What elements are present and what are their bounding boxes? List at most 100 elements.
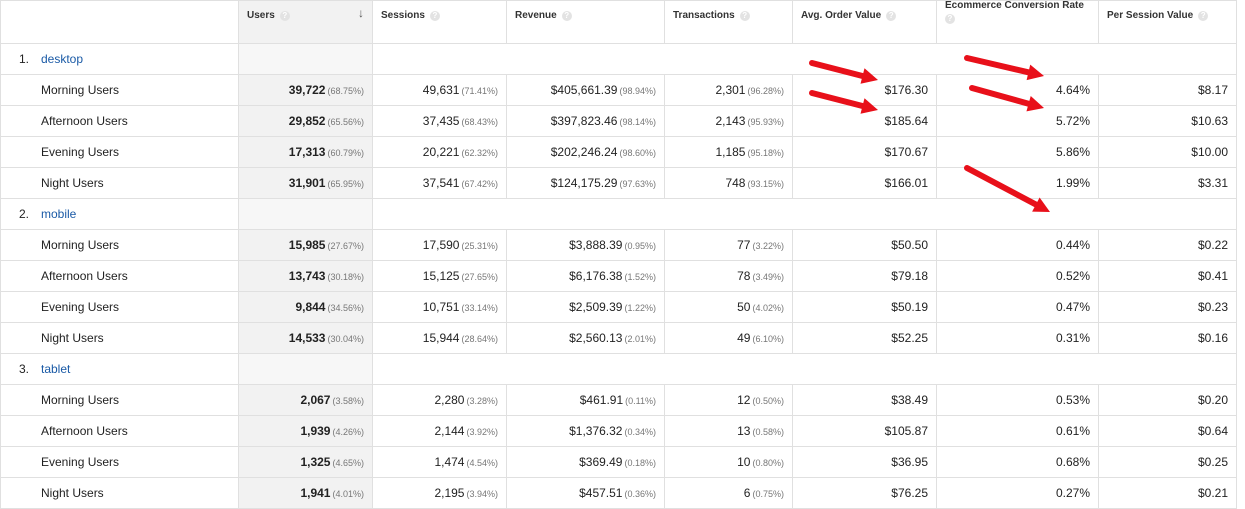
transactions-cell-percent: (3.49%) xyxy=(752,272,784,282)
revenue-cell-percent: (1.22%) xyxy=(624,303,656,313)
transactions-cell-percent: (6.10%) xyxy=(752,334,784,344)
transactions-cell-value: 2,301 xyxy=(715,83,746,97)
table-row: Afternoon Users 13,743 (30.18%) 15,125 (27.6… xyxy=(0,260,1237,292)
sessions-cell-percent: (3.94%) xyxy=(466,489,498,499)
avg-order-value-cell: $50.19 xyxy=(792,291,937,323)
group-users-cell xyxy=(238,43,373,75)
users-cell: 15,985 (27.67%) xyxy=(238,229,373,261)
help-icon[interactable]: ? xyxy=(429,11,440,21)
conversion-rate-cell-value: 0.52% xyxy=(1055,269,1090,283)
transactions-cell-value: 78 xyxy=(737,269,751,283)
row-label: Night Users xyxy=(0,167,239,199)
sessions-cell-percent: (4.54%) xyxy=(466,458,498,468)
users-cell-value: 1,325 xyxy=(300,455,331,469)
sessions-cell: 37,541 (67.42%) xyxy=(372,167,507,199)
help-icon[interactable]: ? xyxy=(561,11,572,21)
table-row: Evening Users 9,844 (34.56%) 10,751 (33.14%)… xyxy=(0,291,1237,323)
per-session-value-cell: $0.20 xyxy=(1098,384,1237,416)
users-cell-percent: (4.65%) xyxy=(332,458,364,468)
transactions-cell-value: 49 xyxy=(737,331,751,345)
avg-order-value-cell: $36.95 xyxy=(792,446,937,478)
revenue-cell: $369.49 (0.18%) xyxy=(506,446,665,478)
transactions-cell: 2,143 (95.93%) xyxy=(664,105,793,137)
users-cell-percent: (30.18%) xyxy=(327,272,364,282)
per-session-value-cell-value: $0.16 xyxy=(1197,331,1228,345)
avg-order-value-cell: $176.30 xyxy=(792,74,937,106)
transactions-cell-percent: (93.15%) xyxy=(747,179,784,189)
help-icon[interactable]: ? xyxy=(886,11,897,21)
group-index: 1. xyxy=(19,52,30,66)
avg-order-value-cell-value: $170.67 xyxy=(884,145,928,159)
transactions-cell: 1,185 (95.18%) xyxy=(664,136,793,168)
transactions-cell-value: 12 xyxy=(737,393,751,407)
transactions-cell-percent: (0.75%) xyxy=(752,489,784,499)
group-empty-cell xyxy=(372,353,1237,385)
sessions-cell-value: 37,435 xyxy=(422,114,460,128)
revenue-header[interactable]: Revenue? xyxy=(506,0,665,44)
avg-order-value-cell-value: $105.87 xyxy=(884,424,928,438)
per-session-value-cell-value: $0.25 xyxy=(1197,455,1228,469)
per-session-value-header[interactable]: Per Session Value? xyxy=(1098,0,1237,44)
revenue-cell-percent: (98.94%) xyxy=(619,86,656,96)
help-icon[interactable]: ? xyxy=(1198,11,1209,21)
down-arrow-icon[interactable]: ↓ xyxy=(358,6,364,20)
avg-order-value-header[interactable]: Avg. Order Value? xyxy=(792,0,937,44)
transactions-cell: 77 (3.22%) xyxy=(664,229,793,261)
per-session-value-cell-value: $8.17 xyxy=(1197,83,1228,97)
users-cell-percent: (65.95%) xyxy=(327,179,364,189)
per-session-value-cell: $3.31 xyxy=(1098,167,1237,199)
transactions-cell: 2,301 (96.28%) xyxy=(664,74,793,106)
users-cell-percent: (68.75%) xyxy=(327,86,364,96)
sessions-cell-value: 1,474 xyxy=(434,455,465,469)
per-session-value-cell-value: $10.63 xyxy=(1191,114,1228,128)
revenue-cell-percent: (97.63%) xyxy=(619,179,656,189)
conversion-rate-cell: 5.72% xyxy=(936,105,1099,137)
row-label: Night Users xyxy=(0,322,239,354)
conversion-rate-cell-value: 1.99% xyxy=(1055,176,1090,190)
revenue-cell-percent: (0.36%) xyxy=(624,489,656,499)
transactions-header[interactable]: Transactions? xyxy=(664,0,793,44)
revenue-cell-value: $2,560.13 xyxy=(569,331,623,345)
transactions-cell-percent: (0.58%) xyxy=(752,427,784,437)
avg-order-value-cell-value: $50.19 xyxy=(891,300,928,314)
conversion-rate-header-label: Ecommerce Conversion Rate xyxy=(945,0,1084,11)
per-session-value-cell: $0.25 xyxy=(1098,446,1237,478)
users-cell-value: 1,941 xyxy=(300,486,331,500)
avg-order-value-cell-value: $36.95 xyxy=(891,455,928,469)
per-session-value-cell: $10.00 xyxy=(1098,136,1237,168)
users-cell-value: 1,939 xyxy=(300,424,331,438)
analytics-report: Users? ↓ Sessions? Revenue? Transactions… xyxy=(0,0,1245,509)
revenue-cell-percent: (98.14%) xyxy=(619,117,656,127)
help-icon[interactable]: ? xyxy=(279,11,290,21)
help-icon[interactable]: ? xyxy=(945,14,955,24)
users-cell: 1,941 (4.01%) xyxy=(238,477,373,509)
sessions-cell: 2,144 (3.92%) xyxy=(372,415,507,447)
sessions-cell-percent: (27.65%) xyxy=(461,272,498,282)
row-label: Evening Users xyxy=(0,136,239,168)
sessions-cell: 15,944 (28.64%) xyxy=(372,322,507,354)
header-row: Users? ↓ Sessions? Revenue? Transactions… xyxy=(0,0,1237,44)
group-name-link[interactable]: mobile xyxy=(41,207,76,221)
conversion-rate-cell: 4.64% xyxy=(936,74,1099,106)
per-session-value-cell: $0.16 xyxy=(1098,322,1237,354)
avg-order-value-cell: $105.87 xyxy=(792,415,937,447)
table-row: Morning Users 15,985 (27.67%) 17,590 (25.31%… xyxy=(0,229,1237,261)
conversion-rate-cell-value: 0.27% xyxy=(1055,486,1090,500)
conversion-rate-header[interactable]: Ecommerce Conversion Rate? xyxy=(936,0,1099,44)
revenue-cell-percent: (0.95%) xyxy=(624,241,656,251)
help-icon[interactable]: ? xyxy=(739,11,750,21)
table-row: Night Users 14,533 (30.04%) 15,944 (28.64%) $… xyxy=(0,322,1237,354)
users-header[interactable]: Users? ↓ xyxy=(238,0,373,44)
per-session-value-cell: $0.41 xyxy=(1098,260,1237,292)
per-session-value-cell: $0.21 xyxy=(1098,477,1237,509)
revenue-cell-value: $3,888.39 xyxy=(569,238,623,252)
sessions-cell: 10,751 (33.14%) xyxy=(372,291,507,323)
per-session-value-cell: $0.23 xyxy=(1098,291,1237,323)
group-name-link[interactable]: tablet xyxy=(41,362,70,376)
transactions-cell-percent: (0.80%) xyxy=(752,458,784,468)
avg-order-value-cell: $170.67 xyxy=(792,136,937,168)
sessions-header[interactable]: Sessions? xyxy=(372,0,507,44)
group-name-link[interactable]: desktop xyxy=(41,52,83,66)
sessions-cell-percent: (33.14%) xyxy=(461,303,498,313)
conversion-rate-cell: 0.27% xyxy=(936,477,1099,509)
